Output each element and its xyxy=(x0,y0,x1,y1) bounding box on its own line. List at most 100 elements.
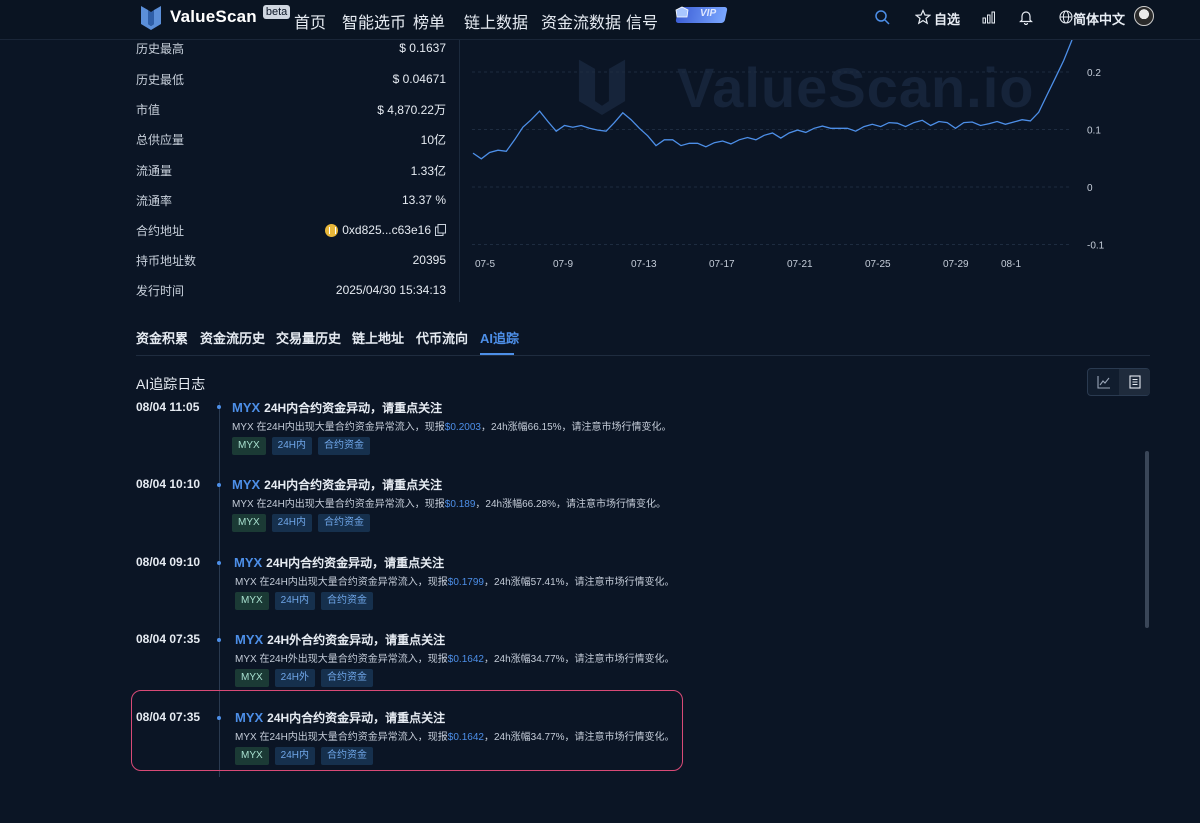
y-tick-label: -0.1 xyxy=(1087,241,1105,252)
tag-symbol[interactable]: MYX xyxy=(232,514,266,532)
globe-icon[interactable] xyxy=(1058,9,1074,25)
info-row-circulation-rate: 流通率 13.37 % xyxy=(136,185,446,215)
log-price: $0.1642 xyxy=(447,654,484,665)
nav-rankings[interactable]: 榜单 xyxy=(413,9,445,33)
tag-period[interactable]: 24H内 xyxy=(271,437,313,455)
nav-signals[interactable]: 信号 xyxy=(626,9,658,33)
tab-fund-flow-history[interactable]: 资金流历史 xyxy=(200,328,265,347)
list-view-button[interactable] xyxy=(1119,369,1150,395)
search-icon[interactable] xyxy=(874,9,890,25)
beta-badge: beta xyxy=(262,5,291,19)
contract-address[interactable]: 0xd825...c63e16 xyxy=(325,223,446,237)
brand-logo[interactable]: ValueScan beta xyxy=(140,4,291,30)
log-item[interactable]: 08/04 10:10 MYX 24H内合约资金异动，请重点关注 MYX 在24H… xyxy=(130,477,830,555)
copy-icon[interactable] xyxy=(435,224,446,236)
star-icon[interactable] xyxy=(915,9,931,25)
tab-onchain-address[interactable]: 链上地址 xyxy=(352,328,404,347)
bell-icon[interactable] xyxy=(1018,9,1034,25)
log-time: 08/04 07:35 xyxy=(136,632,201,646)
log-symbol[interactable]: MYX xyxy=(232,402,260,415)
info-value: $ 0.04671 xyxy=(392,72,446,86)
tag-period[interactable]: 24H外 xyxy=(274,669,316,687)
log-title: MYX 24H内合约资金异动，请重点关注 xyxy=(232,402,442,416)
log-item[interactable]: 08/04 09:10 MYX 24H内合约资金异动，请重点关注 MYX 在24H… xyxy=(130,555,830,633)
x-tick-label: 07-9 xyxy=(553,259,573,270)
brand-name: ValueScan xyxy=(170,7,257,26)
tab-token-flow[interactable]: 代币流向 xyxy=(416,328,468,347)
log-desc-suffix: ，24h涨幅66.15%，请注意市场行情变化。 xyxy=(480,422,672,433)
info-label: 历史最低 xyxy=(136,72,185,87)
timeline-dot xyxy=(217,638,221,642)
line-chart-icon xyxy=(1097,376,1110,389)
nav-onchain-data[interactable]: 链上数据 xyxy=(464,9,528,33)
watchlist-link[interactable]: 自选 xyxy=(934,9,960,28)
price-chart[interactable]: ValueScan.io 0.2 0.1 0 -0.1 07-5 07-9 07-13 07-… xyxy=(460,40,1160,310)
tag-symbol[interactable]: MYX xyxy=(232,437,266,455)
log-desc: MYX 在24H内出现大量合约资金异常流入，现报$0.189，24h涨幅66.2… xyxy=(232,495,666,510)
info-value: $ 0.1637 xyxy=(399,41,446,55)
tag-period[interactable]: 24H内 xyxy=(274,592,316,610)
log-item[interactable]: 08/04 11:05 MYX 24H内合约资金异动，请重点关注 MYX 在24H… xyxy=(130,402,830,468)
info-value: 20395 xyxy=(412,253,446,267)
section-title: AI追踪日志 xyxy=(136,376,206,392)
log-title: MYX 24H外合约资金异动，请重点关注 xyxy=(235,631,445,648)
y-tick-label: 0 xyxy=(1087,183,1093,194)
chain-coin-icon xyxy=(325,223,339,237)
log-symbol[interactable]: MYX xyxy=(232,477,260,492)
info-label: 流通率 xyxy=(136,193,173,208)
log-title-text: 24H内合约资金异动，请重点关注 xyxy=(266,556,445,570)
info-value: $ 4,870.22万 xyxy=(377,102,446,117)
x-tick-label: 07-21 xyxy=(787,259,813,270)
log-desc-prefix: MYX 在24H内出现大量合约资金异常流入，现报 xyxy=(235,577,448,588)
tab-ai-tracking[interactable]: AI追踪 xyxy=(480,328,519,347)
log-title-text: 24H内合约资金异动，请重点关注 xyxy=(264,478,443,492)
bar-chart-icon[interactable] xyxy=(981,9,997,25)
log-desc-suffix: ，24h涨幅34.77%，请注意市场行情变化。 xyxy=(483,654,675,665)
info-value: 10亿 xyxy=(420,132,446,147)
log-time: 08/04 11:05 xyxy=(136,402,200,414)
log-desc-prefix: MYX 在24H内出现大量合约资金异常流入，现报 xyxy=(232,422,445,433)
tag-symbol[interactable]: MYX xyxy=(235,669,269,687)
tag-symbol[interactable]: MYX xyxy=(235,592,269,610)
info-value: 2025/04/30 15:34:13 xyxy=(335,283,446,297)
log-desc: MYX 在24H内出现大量合约资金异常流入，现报$0.1799，24h涨幅57.… xyxy=(235,573,675,588)
nav-smart-picks[interactable]: 智能选币 xyxy=(342,9,406,33)
price-line xyxy=(472,40,1073,160)
tag-period[interactable]: 24H内 xyxy=(271,514,313,532)
highlight-box xyxy=(131,690,683,771)
tag-row: MYX 24H外 合约资金 xyxy=(235,669,379,687)
info-label: 合约地址 xyxy=(136,223,185,238)
nav-fund-flow[interactable]: 资金流数据 xyxy=(541,9,621,33)
info-row-market-cap: 市值 $ 4,870.22万 xyxy=(136,94,446,124)
info-label: 历史最高 xyxy=(136,41,185,56)
tab-volume-history[interactable]: 交易量历史 xyxy=(276,328,341,347)
tag-category[interactable]: 合约资金 xyxy=(318,437,371,455)
info-label: 流通量 xyxy=(136,163,173,178)
language-selector[interactable]: 简体中文 xyxy=(1073,9,1125,28)
tab-fund-accumulation[interactable]: 资金积累 xyxy=(136,328,188,347)
info-label: 发行时间 xyxy=(136,283,185,298)
user-avatar[interactable] xyxy=(1134,6,1154,26)
timeline-dot xyxy=(217,561,221,565)
log-time: 08/04 09:10 xyxy=(136,555,201,569)
chart-view-button[interactable] xyxy=(1088,369,1119,395)
log-scrollbar[interactable] xyxy=(1145,451,1149,628)
log-symbol[interactable]: MYX xyxy=(235,632,263,647)
info-value: 13.37 % xyxy=(401,193,446,207)
info-row-ath: 历史最高 $ 0.1637 xyxy=(136,33,446,63)
tag-category[interactable]: 合约资金 xyxy=(318,514,371,532)
tag-category[interactable]: 合约资金 xyxy=(321,669,374,687)
active-tab-indicator xyxy=(480,353,514,355)
timeline-dot xyxy=(217,483,221,487)
log-price: $0.2003 xyxy=(444,422,481,433)
tab-bar: 资金积累 资金流历史 交易量历史 链上地址 代币流向 AI追踪 xyxy=(136,320,1150,356)
contract-address-text: 0xd825...c63e16 xyxy=(342,223,431,237)
log-desc-suffix: ，24h涨幅66.28%，请注意市场行情变化。 xyxy=(475,499,666,510)
valuescan-logo-icon xyxy=(141,6,161,30)
info-row-contract: 合约地址 0xd825...c63e16 xyxy=(136,215,446,245)
log-symbol[interactable]: MYX xyxy=(234,555,262,570)
timeline-dot xyxy=(217,405,221,409)
nav-home[interactable]: 首页 xyxy=(294,9,326,33)
x-tick-label: 07-25 xyxy=(865,259,891,270)
tag-category[interactable]: 合约资金 xyxy=(321,592,374,610)
